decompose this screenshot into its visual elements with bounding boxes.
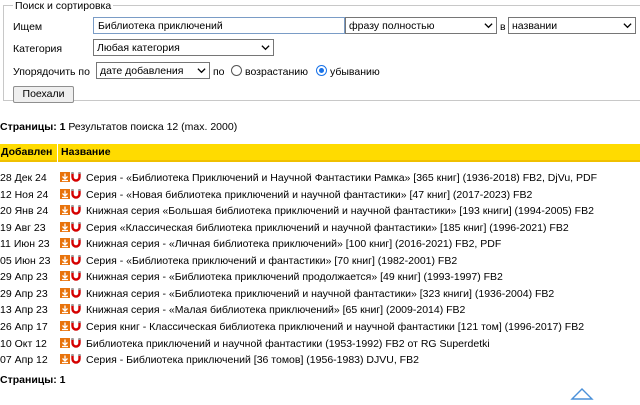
download-icon[interactable] [60,354,70,365]
row-title-link[interactable]: Серия книг - Классическая библиотека при… [86,321,584,333]
scroll-top-icon[interactable] [570,387,594,401]
row-title-link[interactable]: Серия - «Библиотека Приключений и Научно… [86,172,597,184]
magnet-icon[interactable] [71,271,81,281]
row-title-link[interactable]: Книжная серия - «Библиотека приключений … [86,288,554,300]
pages-label: Страницы: [0,374,57,386]
magnet-icon[interactable] [71,188,81,199]
order-by-label: по [213,66,225,78]
table-row: 13 Апр 23 Книжная серия - «Малая библиоте… [0,302,640,318]
row-date: 28 Дек 24 [0,172,47,184]
order-asc-radio[interactable] [231,65,242,76]
row-title-link[interactable]: Книжная серия «Большая библиотека приклю… [86,205,594,217]
pagination-bottom: Страницы: 1 [0,374,65,386]
category-select[interactable]: Любая категория [93,39,274,56]
col-added-header[interactable]: Добавлен [1,146,52,158]
table-row: 29 Апр 23 Книжная серия - «Библиотека при… [0,269,640,285]
field-value: названии [512,20,558,32]
row-title-link[interactable]: Серия «Классическая библиотека приключен… [86,222,569,234]
chevron-down-icon [197,68,206,74]
chevron-down-icon [261,45,270,51]
row-date: 29 Апр 23 [0,287,48,300]
download-icon[interactable] [60,287,70,298]
table-row: 11 Июн 23 Книжная серия - «Личная библиот… [0,236,640,252]
category-value: Любая категория [97,42,180,54]
download-icon[interactable] [60,337,70,348]
row-date: 11 Июн 23 [0,238,50,251]
row-title-link[interactable]: Серия - Библиотека приключений [36 томов… [86,354,419,366]
chevron-down-icon [623,23,632,29]
order-desc-label: убыванию [330,66,380,78]
magnet-icon[interactable] [71,304,81,315]
download-icon[interactable] [60,172,70,182]
download-icon[interactable] [60,321,70,331]
table-row: 20 Янв 24 Книжная серия «Большая библиоте… [0,203,640,219]
magnet-icon[interactable] [71,321,81,331]
download-icon[interactable] [60,271,70,282]
order-asc-label: возрастанию [245,66,308,78]
submit-button[interactable]: Поехали [13,86,74,103]
row-title-link[interactable]: Книжная серия - «Малая библиотека приклю… [86,304,465,316]
table-row: 29 Апр 23 Книжная серия - «Библиотека при… [0,286,640,302]
row-date: 12 Ноя 24 [0,188,49,201]
download-icon[interactable] [60,238,70,249]
magnet-icon[interactable] [71,221,81,232]
row-date: 19 Авг 23 [0,221,46,234]
table-row: 05 Июн 23 Серия - «Библиотека приключений… [0,253,640,269]
table-header: Добавлен Название [0,144,640,162]
page-link[interactable]: 1 [60,374,66,386]
row-title-link[interactable]: Библиотека приключений и научной фантаст… [86,338,490,350]
table-row: 26 Апр 17 Серия книг - Классическая библи… [0,319,640,335]
chevron-down-icon [484,23,493,29]
row-title-link[interactable]: Серия - «Новая библиотека приключений и … [86,189,532,201]
magnet-icon[interactable] [71,172,81,182]
pages-label: Страницы: [0,121,57,133]
search-fieldset: Поиск и сортировка Ищем Библиотека прикл… [3,0,640,103]
row-date: 05 Июн 23 [0,254,51,267]
row-date: 20 Янв 24 [0,205,49,218]
page-link[interactable]: 1 [60,121,66,133]
order-desc-radio[interactable] [316,65,327,76]
download-icon[interactable] [60,304,70,315]
magnet-icon[interactable] [71,254,81,265]
download-icon[interactable] [60,221,70,232]
download-icon[interactable] [60,254,70,265]
row-title-link[interactable]: Книжная серия - «Библиотека приключений … [86,271,503,283]
match-mode-select[interactable]: фразу полностью [345,17,497,34]
search-input[interactable]: Библиотека приключений [93,17,345,34]
sort-label: Упорядочить по [13,66,90,78]
results-count: Результатов поиска 12 (max. 2000) [68,121,238,133]
header-divider [57,144,58,162]
table-row: 19 Авг 23 Серия «Классическая библиотека … [0,220,640,236]
row-date: 26 Апр 17 [0,321,48,333]
sort-select[interactable]: дате добавления [96,62,210,79]
magnet-icon[interactable] [71,287,81,298]
magnet-icon[interactable] [71,205,81,215]
magnet-icon[interactable] [71,354,81,364]
match-mode-value: фразу полностью [349,20,435,32]
in-label: в [500,21,506,33]
table-row: 10 Окт 12 Библиотека приключений и научно… [0,336,640,352]
sort-value: дате добавления [100,65,184,77]
row-date: 29 Апр 23 [0,271,48,284]
category-label: Категория [13,43,63,55]
col-name-header[interactable]: Название [61,146,111,158]
pagination-top: Страницы: 1 Результатов поиска 12 (max. … [0,121,237,133]
download-icon[interactable] [60,188,70,199]
table-row: 07 Апр 12 Серия - Библиотека приключений … [0,352,640,368]
row-title-link[interactable]: Серия - «Библиотека приключений и фантас… [86,255,457,267]
table-row: 12 Ноя 24 Серия - «Новая библиотека прикл… [0,187,640,203]
download-icon[interactable] [60,205,70,216]
row-date: 13 Апр 23 [0,304,48,317]
row-date: 07 Апр 12 [0,354,48,367]
table-row: 28 Дек 24 Серия - «Библиотека Приключений… [0,170,640,186]
query-label: Ищем [13,21,43,33]
search-legend: Поиск и сортировка [13,0,114,12]
field-select[interactable]: названии [508,17,636,34]
row-date: 10 Окт 12 [0,337,47,350]
row-title-link[interactable]: Книжная серия - «Личная библиотека прикл… [86,238,501,250]
magnet-icon[interactable] [71,337,81,348]
magnet-icon[interactable] [71,238,81,248]
